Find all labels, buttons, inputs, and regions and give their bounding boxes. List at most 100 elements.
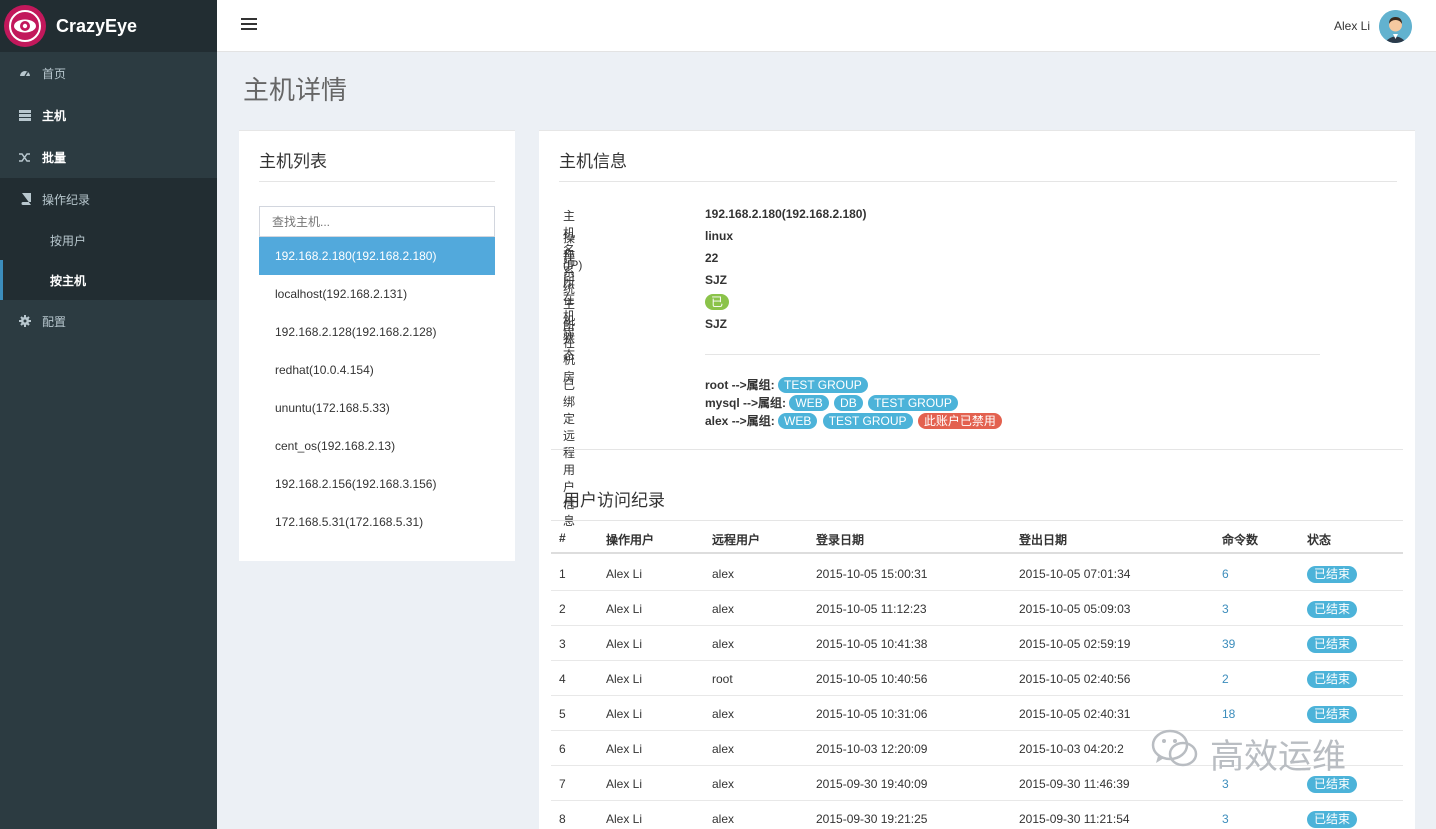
info-value: linux	[705, 229, 734, 243]
host-info-panel: 主机信息 主机名(IP) 192.168.2.180(192.168.2.180…	[539, 130, 1415, 829]
table-cell: 6	[559, 742, 566, 756]
logo[interactable]: CrazyEye	[0, 0, 217, 52]
status-badge: 已结束	[1307, 671, 1358, 688]
menu-toggle-icon[interactable]	[241, 18, 257, 32]
table-cell: 2015-10-05 02:40:56	[1019, 672, 1131, 686]
table-cell: Alex Li	[606, 672, 643, 686]
status-badge: 已结束	[1307, 636, 1358, 653]
table-cell: 2015-10-05 05:09:03	[1019, 602, 1131, 616]
top-navbar: Alex Li	[217, 0, 1436, 52]
table-cell: 4	[559, 672, 566, 686]
status-badge: 已结束	[1307, 566, 1358, 583]
host-list-item[interactable]: cent_os(192.168.2.13)	[259, 427, 495, 465]
sidebar-item-operation-log[interactable]: 操作纪录	[0, 178, 217, 220]
group-badge: DB	[834, 395, 863, 411]
table-cell: Alex Li	[606, 707, 643, 721]
table-cell: 7	[559, 777, 566, 791]
table-cell: 2015-09-30 11:46:39	[1019, 777, 1130, 791]
table-cell: 2015-10-05 02:40:31	[1019, 707, 1131, 721]
info-value: SJZ	[705, 317, 728, 331]
gear-icon	[18, 315, 32, 327]
sidebar-item-home[interactable]: 首页	[0, 52, 217, 94]
bound-users-list: root -->属组: TEST GROUP mysql -->属组: WEB …	[705, 376, 1004, 430]
command-count-link[interactable]: 39	[1222, 637, 1235, 651]
host-list-item[interactable]: 192.168.2.128(192.168.2.128)	[259, 313, 495, 351]
bound-user-row: alex -->属组: WEB TEST GROUP 此账户已禁用	[705, 412, 1004, 430]
table-row: 1 Alex Li alex 2015-10-05 15:00:31 2015-10-0…	[551, 556, 1403, 591]
sidebar-item-by-user[interactable]: 按用户	[0, 220, 217, 260]
table-cell: 2015-10-05 10:31:06	[816, 707, 928, 721]
column-header: 操作用户	[606, 533, 655, 547]
divider	[551, 449, 1403, 450]
table-cell: alex	[712, 707, 735, 721]
sidebar-item-label: 批量	[42, 150, 67, 165]
host-info-title: 主机信息	[559, 152, 627, 171]
table-cell: 2015-10-05 10:41:38	[816, 637, 928, 651]
info-value: SJZ	[705, 273, 728, 287]
status-badge: 已结束	[1307, 706, 1358, 723]
command-count-link[interactable]: 2	[1222, 672, 1229, 686]
table-cell: Alex Li	[606, 777, 643, 791]
table-cell: 3	[559, 637, 566, 651]
watermark-text: 高效运维	[1210, 737, 1346, 777]
host-list-item[interactable]: 192.168.2.180(192.168.2.180)	[259, 237, 495, 275]
host-search-input[interactable]	[259, 206, 495, 237]
info-value: 192.168.2.180(192.168.2.180)	[705, 207, 867, 221]
command-count-link[interactable]: 3	[1222, 602, 1229, 616]
command-count-link[interactable]: 6	[1222, 567, 1229, 581]
table-cell: 2015-10-03 12:20:09	[816, 742, 928, 756]
sidebar: CrazyEye 首页 主机 批量 操作纪录 按用户 按主机 配置	[0, 0, 217, 829]
group-badge: TEST GROUP	[778, 377, 868, 393]
table-cell: 5	[559, 707, 566, 721]
table-cell: 2015-10-05 15:00:31	[816, 567, 928, 581]
info-value: 22	[705, 251, 719, 265]
eye-logo-icon	[4, 5, 46, 47]
status-badge: 已结束	[1307, 601, 1358, 618]
table-cell: Alex Li	[606, 812, 643, 826]
table-header: # 操作用户 远程用户 登录日期 登出日期 命令数 状态	[551, 520, 1403, 554]
sidebar-item-batch[interactable]: 批量	[0, 136, 217, 178]
table-row: 4 Alex Li root 2015-10-05 10:40:56 2015-10-0…	[551, 661, 1403, 696]
command-count-link[interactable]: 3	[1222, 777, 1229, 791]
app-name: CrazyEye	[56, 15, 138, 36]
bound-user-row: root -->属组: TEST GROUP	[705, 376, 1004, 394]
table-cell: Alex Li	[606, 567, 643, 581]
bound-user-name: alex -->属组:	[705, 414, 775, 428]
table-cell: 1	[559, 567, 566, 581]
bound-user-name: root -->属组:	[705, 378, 775, 392]
table-row: 3 Alex Li alex 2015-10-05 10:41:38 2015-10-0…	[551, 626, 1403, 661]
group-badge: TEST GROUP	[822, 413, 913, 429]
sidebar-item-settings[interactable]: 配置	[0, 300, 217, 342]
host-list-item[interactable]: localhost(192.168.2.131)	[259, 275, 495, 313]
book-icon	[18, 193, 32, 205]
command-count-link[interactable]: 18	[1222, 707, 1235, 721]
host-list-item[interactable]: 172.168.5.31(172.168.5.31)	[259, 503, 495, 541]
host-list-item[interactable]: 192.168.2.156(192.168.3.156)	[259, 465, 495, 503]
table-cell: root	[712, 672, 733, 686]
user-name[interactable]: Alex Li	[1334, 19, 1370, 33]
sidebar-item-label: 操作纪录	[42, 192, 91, 207]
avatar[interactable]	[1379, 10, 1412, 43]
table-row: 8 Alex Li alex 2015-09-30 19:21:25 2015-09-3…	[551, 801, 1403, 829]
table-cell: alex	[712, 602, 735, 616]
table-cell: Alex Li	[606, 637, 643, 651]
command-count-link[interactable]: 3	[1222, 812, 1229, 826]
host-list-title: 主机列表	[259, 152, 327, 171]
watermark: 高效运维	[1150, 728, 1346, 779]
table-row: 5 Alex Li alex 2015-10-05 10:31:06 2015-10-0…	[551, 696, 1403, 731]
sidebar-item-by-host[interactable]: 按主机	[0, 260, 217, 300]
host-list-item[interactable]: redhat(10.0.4.154)	[259, 351, 495, 389]
table-cell: 2015-09-30 19:21:25	[816, 812, 928, 826]
sidebar-item-hosts[interactable]: 主机	[0, 94, 217, 136]
host-list-panel: 主机列表 192.168.2.180(192.168.2.180) localh…	[239, 130, 515, 561]
table-cell: alex	[712, 777, 735, 791]
group-badge: TEST GROUP	[868, 395, 958, 411]
column-header: #	[559, 531, 566, 545]
group-badge: WEB	[789, 395, 829, 411]
table-cell: 2015-09-30 11:21:54	[1019, 812, 1130, 826]
table-cell: 2015-10-03 04:20:2	[1019, 742, 1124, 756]
host-list-item[interactable]: ununtu(172.168.5.33)	[259, 389, 495, 427]
sidebar-item-label: 首页	[42, 66, 67, 81]
access-log-title: 用户访问纪录	[563, 491, 665, 510]
group-badge: WEB	[778, 413, 818, 429]
